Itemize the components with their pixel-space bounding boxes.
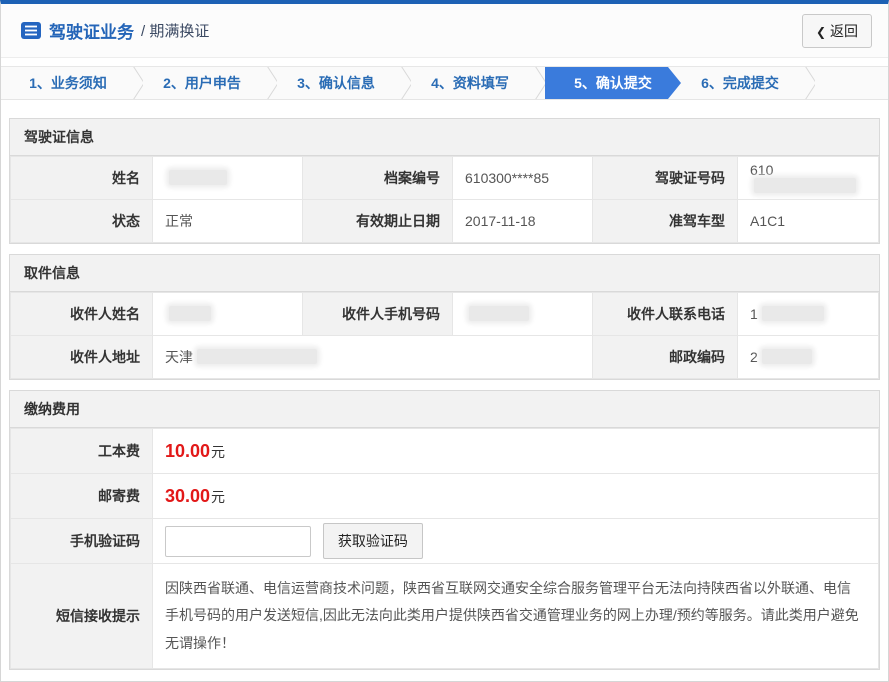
redacted-text <box>169 306 211 321</box>
table-row: 收件人姓名 收件人手机号码 收件人联系电话 1 <box>11 293 879 336</box>
recipient-address-label: 收件人地址 <box>11 336 153 379</box>
recipient-name-label: 收件人姓名 <box>11 293 153 336</box>
zip-code-value: 2 <box>738 336 879 379</box>
step-separator-icon <box>261 67 277 99</box>
redacted-text <box>762 306 824 321</box>
status-value: 正常 <box>153 200 303 243</box>
table-row: 姓名 档案编号 610300****85 驾驶证号码 610 <box>11 157 879 200</box>
recipient-phone-label: 收件人联系电话 <box>593 293 738 336</box>
payment-section-title: 缴纳费用 <box>10 391 879 428</box>
redacted-text <box>169 170 227 185</box>
license-info-section: 驾驶证信息 姓名 档案编号 610300****85 驾驶证号码 610 状态 … <box>9 118 880 244</box>
fee-amount: 30.00 <box>165 486 210 506</box>
payment-section: 缴纳费用 工本费 10.00元 邮寄费 30.00元 手机验证码 获取验证码 短… <box>9 390 880 670</box>
table-row: 工本费 10.00元 <box>11 429 879 474</box>
step-6-complete-submit: 6、完成提交 <box>681 67 799 99</box>
recipient-phone-value: 1 <box>738 293 879 336</box>
license-number-value: 610 <box>738 157 879 200</box>
name-label: 姓名 <box>11 157 153 200</box>
production-fee-value: 10.00元 <box>153 429 879 474</box>
step-separator-icon <box>799 67 815 99</box>
pickup-info-table: 收件人姓名 收件人手机号码 收件人联系电话 1 收件人地址 天津 邮政编码 2 <box>10 292 879 379</box>
fee-amount: 10.00 <box>165 441 210 461</box>
step-2-user-declaration: 2、用户申告 <box>143 67 261 99</box>
license-section-title: 驾驶证信息 <box>10 119 879 156</box>
fee-unit: 元 <box>211 444 225 460</box>
chevron-left-icon: ❮ <box>816 25 826 39</box>
table-row: 邮寄费 30.00元 <box>11 474 879 519</box>
postage-fee-label: 邮寄费 <box>11 474 153 519</box>
step-5-confirm-submit-active: 5、确认提交 <box>545 67 681 99</box>
back-button[interactable]: ❮ 返回 <box>802 14 872 48</box>
license-info-table: 姓名 档案编号 610300****85 驾驶证号码 610 状态 正常 有效期… <box>10 156 879 243</box>
file-number-value: 610300****85 <box>453 157 593 200</box>
redacted-text <box>197 349 317 364</box>
table-row: 短信接收提示 因陕西省联通、电信运营商技术问题，陕西省互联网交通安全综合服务管理… <box>11 564 879 669</box>
recipient-mobile-label: 收件人手机号码 <box>303 293 453 336</box>
recipient-name-value <box>153 293 303 336</box>
expiry-date-label: 有效期止日期 <box>303 200 453 243</box>
license-number-label: 驾驶证号码 <box>593 157 738 200</box>
sms-code-label: 手机验证码 <box>11 519 153 564</box>
back-button-label: 返回 <box>830 23 858 39</box>
pickup-section-title: 取件信息 <box>10 255 879 292</box>
breadcrumb-current: / 期满换证 <box>141 20 209 41</box>
redacted-text <box>469 306 529 321</box>
get-sms-code-button[interactable]: 获取验证码 <box>323 523 423 559</box>
redacted-text <box>754 178 856 193</box>
production-fee-label: 工本费 <box>11 429 153 474</box>
vehicle-class-value: A1C1 <box>738 200 879 243</box>
file-number-label: 档案编号 <box>303 157 453 200</box>
redacted-text <box>762 349 812 364</box>
name-value <box>153 157 303 200</box>
table-row: 收件人地址 天津 邮政编码 2 <box>11 336 879 379</box>
status-label: 状态 <box>11 200 153 243</box>
vehicle-class-label: 准驾车型 <box>593 200 738 243</box>
list-icon <box>21 22 41 39</box>
sms-notice-label: 短信接收提示 <box>11 564 153 669</box>
zip-code-label: 邮政编码 <box>593 336 738 379</box>
step-3-confirm-info: 3、确认信息 <box>277 67 395 99</box>
driver-license-service-page: 驾驶证业务 / 期满换证 ❮ 返回 1、业务须知 2、用户申告 3、确认信息 4、… <box>0 0 889 682</box>
recipient-address-value: 天津 <box>153 336 593 379</box>
step-separator-icon <box>127 67 143 99</box>
fee-unit: 元 <box>211 489 225 505</box>
step-separator-icon <box>395 67 411 99</box>
sms-code-input[interactable] <box>165 526 311 557</box>
step-4-fill-data: 4、资料填写 <box>411 67 529 99</box>
step-separator-icon <box>529 67 545 99</box>
step-wizard: 1、业务须知 2、用户申告 3、确认信息 4、资料填写 5、确认提交 6、完成提… <box>1 66 888 100</box>
payment-table: 工本费 10.00元 邮寄费 30.00元 手机验证码 获取验证码 短信接收提示… <box>10 428 879 669</box>
step-1-business-notice: 1、业务须知 <box>9 67 127 99</box>
sms-notice-text: 因陕西省联通、电信运营商技术问题，陕西省互联网交通安全综合服务管理平台无法向持陕… <box>153 564 879 669</box>
pickup-info-section: 取件信息 收件人姓名 收件人手机号码 收件人联系电话 1 收件人地址 天津 邮政… <box>9 254 880 380</box>
page-title: 驾驶证业务 <box>49 18 134 43</box>
table-row: 手机验证码 获取验证码 <box>11 519 879 564</box>
table-row: 状态 正常 有效期止日期 2017-11-18 准驾车型 A1C1 <box>11 200 879 243</box>
page-header: 驾驶证业务 / 期满换证 ❮ 返回 <box>1 4 888 58</box>
recipient-mobile-value <box>453 293 593 336</box>
expiry-date-value: 2017-11-18 <box>453 200 593 243</box>
sms-code-field-cell: 获取验证码 <box>153 519 879 564</box>
postage-fee-value: 30.00元 <box>153 474 879 519</box>
